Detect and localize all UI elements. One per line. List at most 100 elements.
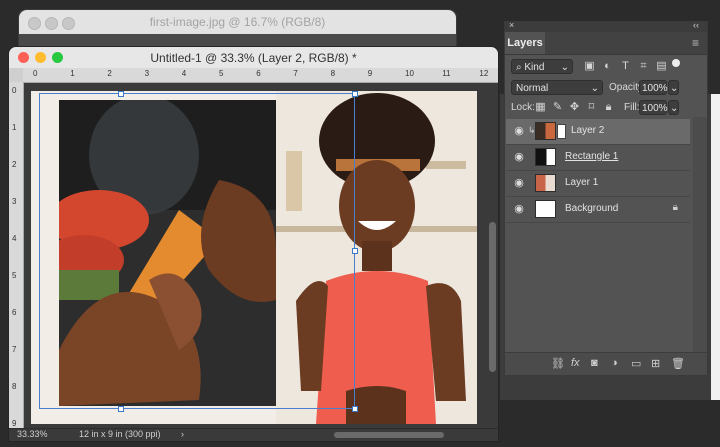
background-thumbnail <box>535 200 556 218</box>
filter-kind-dropdown[interactable]: ⌕ Kind ⌄ <box>511 59 573 74</box>
status-arrow-icon[interactable]: › <box>181 429 184 439</box>
image-filter-icon[interactable]: ▣ <box>583 60 596 73</box>
ruler-v-tick: 6 <box>12 308 17 317</box>
ruler-v-tick: 7 <box>12 345 17 354</box>
adjustment-filter-icon[interactable]: ◐ <box>601 60 614 73</box>
transform-handle-bottom-right[interactable] <box>352 406 358 412</box>
new-layer-icon[interactable]: ⊞ <box>651 357 660 370</box>
fill-dropdown[interactable]: ⌄ <box>668 100 679 115</box>
status-bar: 33.33% 12 in x 9 in (300 ppi) › <box>9 428 498 441</box>
visibility-eye-icon[interactable]: ◉ <box>512 125 526 137</box>
ruler-h-tick: 5 <box>219 69 224 78</box>
layer-row-layer-2[interactable]: ◉ ↳ Layer 2 <box>506 119 690 145</box>
main-window-titlebar[interactable]: Untitled-1 @ 33.3% (Layer 2, RGB/8) * <box>9 47 498 68</box>
layers-panel: × ‹‹ Layers ≡ ⌕ Kind ⌄ ▣ ◐ T ⌗ ▤ Normal … <box>504 20 708 376</box>
layer-name: Layer 1 <box>565 177 599 188</box>
lock-image-pixels-icon[interactable]: ✎ <box>551 101 564 114</box>
peek-white-edge <box>711 94 720 400</box>
transform-handle-bottom[interactable] <box>118 406 124 412</box>
fill-label: Fill: <box>624 102 640 113</box>
ruler-h-tick: 12 <box>479 69 489 78</box>
fx-icon[interactable]: fx <box>571 357 580 369</box>
layer-name: Rectangle 1 <box>565 151 619 162</box>
layers-scrollbar[interactable] <box>693 117 707 353</box>
mask-icon[interactable]: ◙ <box>591 357 598 369</box>
layer-name: Background <box>565 203 619 214</box>
panel-menu-icon[interactable]: ≡ <box>692 36 699 50</box>
panel-top-strip: × ‹‹ <box>505 20 707 32</box>
ruler-h-tick: 3 <box>144 69 150 78</box>
layer-1-thumbnail <box>535 174 556 192</box>
main-window-title: Untitled-1 @ 33.3% (Layer 2, RGB/8) * <box>150 51 357 65</box>
rectangle-1-thumbnail <box>535 148 556 166</box>
fill-input[interactable]: 100% <box>639 100 668 115</box>
chevron-down-icon: ⌄ <box>670 83 679 94</box>
main-document-window[interactable]: Untitled-1 @ 33.3% (Layer 2, RGB/8) * 0 1… <box>8 46 499 442</box>
back-window-titlebar[interactable]: first-image.jpg @ 16.7% (RGB/8) <box>19 10 456 34</box>
ruler-h-tick: 8 <box>330 69 336 78</box>
type-filter-icon[interactable]: T <box>619 60 632 73</box>
blend-mode-dropdown[interactable]: Normal ⌄ <box>511 80 603 95</box>
visibility-eye-icon[interactable]: ◉ <box>512 177 526 189</box>
ruler-h-tick: 1 <box>70 69 75 78</box>
transform-handle-top-right[interactable] <box>352 91 358 97</box>
layer-name: Layer 2 <box>571 125 605 136</box>
trash-icon[interactable]: 🗑︎ <box>671 357 685 370</box>
ruler-v-tick: 8 <box>12 382 17 391</box>
layer-2-mask-thumbnail <box>557 124 566 139</box>
blend-mode-value: Normal <box>516 83 549 94</box>
filter-kind-value: Kind <box>524 62 545 73</box>
ruler-h-tick: 4 <box>181 69 187 78</box>
adjustment-icon[interactable]: ◑ <box>611 357 618 369</box>
smart-object-filter-icon[interactable]: ▤ <box>655 60 668 73</box>
lock-transparent-pixels-icon[interactable]: ▦ <box>534 101 547 114</box>
ruler-v-tick: 0 <box>12 86 17 95</box>
lock-artboard-icon[interactable]: ⌑ <box>585 101 598 114</box>
visibility-eye-icon[interactable]: ◉ <box>512 151 526 163</box>
layer-2-thumbnail <box>535 122 556 140</box>
ruler-h-tick: 0 <box>33 69 38 78</box>
lock-position-icon[interactable]: ✥ <box>568 101 581 114</box>
opacity-input[interactable]: 100% <box>639 80 668 95</box>
filter-toggle-icon[interactable] <box>672 59 680 67</box>
link-icon[interactable]: ⛓︎ <box>551 357 565 370</box>
visibility-eye-icon[interactable]: ◉ <box>512 203 526 215</box>
panel-close-icon[interactable]: × <box>509 20 514 30</box>
ruler-v-tick: 5 <box>12 271 17 280</box>
layer-row-layer-1[interactable]: ◉ Layer 1 <box>506 171 690 197</box>
ruler-h-tick: 6 <box>256 69 261 78</box>
ruler-origin[interactable] <box>9 68 23 82</box>
ruler-h-tick: 9 <box>367 69 373 78</box>
layers-bottom-toolbar: ⛓︎ fx ◙ ◑ ▭ ⊞ 🗑︎ <box>505 352 707 375</box>
ruler-h-tick: 10 <box>405 69 414 78</box>
transform-handle-top[interactable] <box>118 91 124 97</box>
layer-row-rectangle-1[interactable]: ◉ Rectangle 1 <box>506 145 690 171</box>
ruler-h-tick: 11 <box>442 69 451 78</box>
transform-bounding-box[interactable] <box>39 93 355 409</box>
opacity-dropdown[interactable]: ⌄ <box>668 80 679 95</box>
layer-row-background[interactable]: ◉ Background 🔒︎ <box>506 197 690 223</box>
horizontal-scroll-thumb[interactable] <box>334 432 444 438</box>
ruler-h-tick: 2 <box>107 69 112 78</box>
ruler-v-tick: 4 <box>12 234 17 243</box>
lock-all-icon[interactable]: 🔒︎ <box>602 101 615 114</box>
horizontal-ruler[interactable]: 0 1 2 3 4 5 6 7 8 9 10 11 12 <box>23 68 498 83</box>
panel-tab-row: Layers ≡ <box>505 32 707 55</box>
vertical-ruler[interactable]: 0 1 2 3 4 5 6 7 8 9 <box>9 82 24 431</box>
tab-layers[interactable]: Layers <box>505 32 545 54</box>
ruler-v-tick: 9 <box>12 419 17 428</box>
vertical-scroll-thumb[interactable] <box>489 222 496 372</box>
ruler-v-tick: 2 <box>12 160 17 169</box>
document-canvas[interactable] <box>31 91 477 424</box>
ruler-v-tick: 3 <box>12 197 17 206</box>
vertical-scrollbar[interactable] <box>489 102 496 422</box>
zoom-level[interactable]: 33.33% <box>17 429 48 439</box>
document-info: 12 in x 9 in (300 ppi) <box>79 429 161 439</box>
chevron-down-icon: ⌄ <box>670 103 679 114</box>
ruler-v-tick: 1 <box>12 123 17 132</box>
shape-filter-icon[interactable]: ⌗ <box>637 60 650 73</box>
folder-icon[interactable]: ▭ <box>631 357 641 370</box>
panel-collapse-icon[interactable]: ‹‹ <box>693 20 699 30</box>
chevron-down-icon: ⌄ <box>590 83 599 94</box>
transform-handle-right[interactable] <box>352 248 358 254</box>
